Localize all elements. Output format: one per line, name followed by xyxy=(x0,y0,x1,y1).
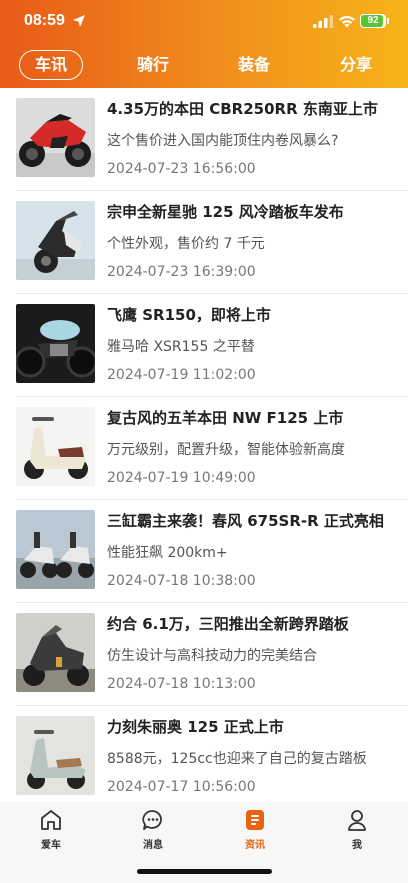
wifi-icon xyxy=(339,15,355,28)
app-header: 08:59 92 车讯 骑行 装备 分享 xyxy=(0,0,408,88)
news-thumbnail xyxy=(16,304,95,383)
news-item[interactable]: 三缸霸主来袭！春风 675SR-R 正式亮相 性能狂飙 200km+ 2024-… xyxy=(0,500,408,603)
news-date: 2024-07-18 10:13:00 xyxy=(107,676,256,692)
news-icon xyxy=(246,810,264,830)
signal-icon xyxy=(313,15,333,28)
category-tabs: 车讯 骑行 装备 分享 xyxy=(0,50,408,82)
news-title: 复古风的五羊本田 NW F125 上市 xyxy=(107,409,344,427)
tab-news[interactable]: 车讯 xyxy=(19,50,83,80)
news-title: 约合 6.1万，三阳推出全新跨界踏板 xyxy=(107,615,349,633)
news-subtitle: 8588元，125cc也迎来了自己的复古踏板 xyxy=(107,751,367,767)
news-item[interactable]: 宗申全新星驰 125 风冷踏板车发布 个性外观，售价约 7 千元 2024-07… xyxy=(0,191,408,294)
news-thumbnail xyxy=(16,613,95,692)
news-thumbnail xyxy=(16,716,95,795)
status-time: 08:59 xyxy=(24,12,65,29)
tab-gear[interactable]: 装备 xyxy=(222,50,286,80)
location-arrow-icon xyxy=(73,15,85,27)
nav-label: 爱车 xyxy=(41,840,61,851)
nav-label: 消息 xyxy=(143,840,163,851)
status-bar: 08:59 92 xyxy=(0,0,408,44)
battery-text: 92 xyxy=(367,15,379,26)
news-list: 4.35万的本田 CBR250RR 东南亚上市 这个售价进入国内能顶住内卷风暴么… xyxy=(0,88,408,802)
news-date: 2024-07-17 10:56:00 xyxy=(107,779,256,795)
tab-riding[interactable]: 骑行 xyxy=(121,50,185,80)
nav-item-my-car[interactable]: 爱车 xyxy=(21,808,81,856)
news-thumbnail xyxy=(16,98,95,177)
news-subtitle: 万元级别，配置升级，智能体验新高度 xyxy=(107,442,345,458)
battery-cap xyxy=(387,18,389,24)
news-subtitle: 这个售价进入国内能顶住内卷风暴么? xyxy=(107,133,339,149)
news-thumbnail xyxy=(16,407,95,486)
news-item[interactable]: 约合 6.1万，三阳推出全新跨界踏板 仿生设计与高科技动力的完美结合 2024-… xyxy=(0,603,408,706)
news-item[interactable]: 4.35万的本田 CBR250RR 东南亚上市 这个售价进入国内能顶住内卷风暴么… xyxy=(0,88,408,191)
news-thumbnail xyxy=(16,201,95,280)
news-item[interactable]: 复古风的五羊本田 NW F125 上市 万元级别，配置升级，智能体验新高度 20… xyxy=(0,397,408,500)
news-item[interactable]: 飞鹰 SR150，即将上市 雅马哈 XSR155 之平替 2024-07-19 … xyxy=(0,294,408,397)
battery-indicator: 92 xyxy=(360,14,386,28)
news-title: 三缸霸主来袭！春风 675SR-R 正式亮相 xyxy=(107,512,384,530)
nav-item-messages[interactable]: 消息 xyxy=(123,808,183,856)
news-title: 飞鹰 SR150，即将上市 xyxy=(107,306,271,324)
nav-item-news[interactable]: 资讯 xyxy=(225,808,285,856)
home-icon xyxy=(41,810,61,830)
news-date: 2024-07-18 10:38:00 xyxy=(107,573,256,589)
chat-icon xyxy=(142,810,162,830)
news-title: 宗申全新星驰 125 风冷踏板车发布 xyxy=(107,203,344,221)
news-subtitle: 雅马哈 XSR155 之平替 xyxy=(107,339,255,355)
news-subtitle: 仿生设计与高科技动力的完美结合 xyxy=(107,648,317,664)
nav-item-me[interactable]: 我 xyxy=(327,808,387,856)
news-subtitle: 性能狂飙 200km+ xyxy=(107,545,228,561)
news-title: 4.35万的本田 CBR250RR 东南亚上市 xyxy=(107,100,378,118)
news-date: 2024-07-23 16:39:00 xyxy=(107,264,256,280)
nav-label: 资讯 xyxy=(245,840,265,851)
news-date: 2024-07-19 10:49:00 xyxy=(107,470,256,486)
news-subtitle: 个性外观，售价约 7 千元 xyxy=(107,236,265,252)
nav-label: 我 xyxy=(352,840,362,851)
news-item[interactable]: 力刻朱丽奥 125 正式上市 8588元，125cc也迎来了自己的复古踏板 20… xyxy=(0,706,408,802)
home-indicator xyxy=(137,869,272,874)
news-thumbnail xyxy=(16,510,95,589)
news-date: 2024-07-19 11:02:00 xyxy=(107,367,256,383)
tab-share[interactable]: 分享 xyxy=(324,50,388,80)
user-icon xyxy=(348,810,366,831)
news-date: 2024-07-23 16:56:00 xyxy=(107,161,256,177)
news-title: 力刻朱丽奥 125 正式上市 xyxy=(107,718,284,736)
